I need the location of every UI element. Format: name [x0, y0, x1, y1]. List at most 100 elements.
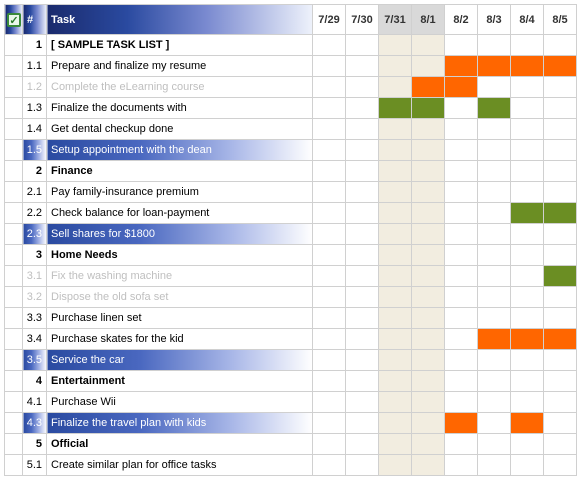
table-row[interactable]: 4.1Purchase Wii	[5, 392, 577, 413]
gantt-cell[interactable]	[412, 182, 445, 203]
gantt-cell[interactable]	[544, 182, 577, 203]
gantt-bar[interactable]	[478, 56, 511, 77]
gantt-cell[interactable]	[412, 119, 445, 140]
row-task[interactable]: Purchase skates for the kid	[47, 329, 313, 350]
gantt-cell[interactable]	[412, 56, 445, 77]
gantt-cell[interactable]	[412, 203, 445, 224]
table-row[interactable]: 1.4Get dental checkup done	[5, 119, 577, 140]
table-row[interactable]: 2.3Sell shares for $1800	[5, 224, 577, 245]
header-task[interactable]: Task	[47, 5, 313, 35]
row-check-cell[interactable]	[5, 413, 23, 434]
gantt-cell[interactable]	[346, 455, 379, 476]
header-date-6[interactable]: 8/4	[511, 5, 544, 35]
gantt-cell[interactable]	[346, 434, 379, 455]
table-row[interactable]: 3.5Service the car	[5, 350, 577, 371]
table-row[interactable]: 3.2Dispose the old sofa set	[5, 287, 577, 308]
row-check-cell[interactable]	[5, 98, 23, 119]
gantt-cell[interactable]	[478, 413, 511, 434]
header-date-5[interactable]: 8/3	[478, 5, 511, 35]
gantt-cell[interactable]	[379, 140, 412, 161]
row-task[interactable]: Sell shares for $1800	[47, 224, 313, 245]
header-date-2[interactable]: 7/31	[379, 5, 412, 35]
row-num[interactable]: 2	[23, 161, 47, 182]
gantt-cell[interactable]	[445, 392, 478, 413]
gantt-cell[interactable]	[478, 392, 511, 413]
gantt-cell[interactable]	[544, 224, 577, 245]
row-check-cell[interactable]	[5, 77, 23, 98]
gantt-cell[interactable]	[544, 161, 577, 182]
gantt-cell[interactable]	[313, 413, 346, 434]
row-num[interactable]: 2.2	[23, 203, 47, 224]
table-row[interactable]: 4.3Finalize the travel plan with kids	[5, 413, 577, 434]
gantt-cell[interactable]	[313, 140, 346, 161]
gantt-cell[interactable]	[346, 35, 379, 56]
row-task[interactable]: Setup appointment with the dean	[47, 140, 313, 161]
gantt-cell[interactable]	[412, 245, 445, 266]
row-num[interactable]: 5	[23, 434, 47, 455]
gantt-cell[interactable]	[346, 329, 379, 350]
gantt-cell[interactable]	[478, 35, 511, 56]
gantt-cell[interactable]	[346, 371, 379, 392]
gantt-cell[interactable]	[478, 308, 511, 329]
gantt-bar[interactable]	[412, 98, 445, 119]
row-task[interactable]: Home Needs	[47, 245, 313, 266]
gantt-bar[interactable]	[478, 329, 511, 350]
gantt-cell[interactable]	[478, 245, 511, 266]
table-row[interactable]: 1.3Finalize the documents with	[5, 98, 577, 119]
gantt-bar[interactable]	[511, 56, 544, 77]
row-num[interactable]: 3.3	[23, 308, 47, 329]
gantt-cell[interactable]	[313, 434, 346, 455]
gantt-cell[interactable]	[544, 413, 577, 434]
gantt-cell[interactable]	[511, 161, 544, 182]
gantt-cell[interactable]	[379, 413, 412, 434]
row-check-cell[interactable]	[5, 371, 23, 392]
row-check-cell[interactable]	[5, 56, 23, 77]
gantt-cell[interactable]	[445, 224, 478, 245]
gantt-cell[interactable]	[313, 245, 346, 266]
gantt-cell[interactable]	[379, 434, 412, 455]
gantt-cell[interactable]	[346, 56, 379, 77]
gantt-cell[interactable]	[346, 350, 379, 371]
gantt-cell[interactable]	[412, 413, 445, 434]
row-task[interactable]: Finalize the travel plan with kids	[47, 413, 313, 434]
gantt-cell[interactable]	[412, 371, 445, 392]
gantt-cell[interactable]	[511, 455, 544, 476]
header-date-0[interactable]: 7/29	[313, 5, 346, 35]
gantt-cell[interactable]	[412, 140, 445, 161]
row-check-cell[interactable]	[5, 287, 23, 308]
gantt-cell[interactable]	[445, 287, 478, 308]
gantt-cell[interactable]	[478, 287, 511, 308]
gantt-cell[interactable]	[313, 161, 346, 182]
gantt-cell[interactable]	[544, 455, 577, 476]
gantt-cell[interactable]	[511, 308, 544, 329]
gantt-cell[interactable]	[445, 35, 478, 56]
gantt-cell[interactable]	[445, 434, 478, 455]
row-num[interactable]: 3.5	[23, 350, 47, 371]
row-check-cell[interactable]	[5, 119, 23, 140]
gantt-cell[interactable]	[412, 266, 445, 287]
gantt-cell[interactable]	[478, 350, 511, 371]
gantt-cell[interactable]	[511, 392, 544, 413]
gantt-cell[interactable]	[445, 245, 478, 266]
gantt-cell[interactable]	[511, 350, 544, 371]
gantt-cell[interactable]	[313, 224, 346, 245]
gantt-cell[interactable]	[379, 245, 412, 266]
row-task[interactable]: Purchase linen set	[47, 308, 313, 329]
row-check-cell[interactable]	[5, 224, 23, 245]
gantt-bar[interactable]	[379, 98, 412, 119]
gantt-cell[interactable]	[379, 371, 412, 392]
gantt-cell[interactable]	[379, 182, 412, 203]
row-check-cell[interactable]	[5, 434, 23, 455]
row-task[interactable]: [ SAMPLE TASK LIST ]	[47, 35, 313, 56]
gantt-cell[interactable]	[412, 161, 445, 182]
row-check-cell[interactable]	[5, 140, 23, 161]
row-num[interactable]: 4	[23, 371, 47, 392]
gantt-cell[interactable]	[379, 455, 412, 476]
row-check-cell[interactable]	[5, 350, 23, 371]
row-task[interactable]: Prepare and finalize my resume	[47, 56, 313, 77]
gantt-cell[interactable]	[379, 77, 412, 98]
gantt-bar[interactable]	[544, 266, 577, 287]
row-check-cell[interactable]	[5, 308, 23, 329]
gantt-cell[interactable]	[412, 287, 445, 308]
row-check-cell[interactable]	[5, 161, 23, 182]
